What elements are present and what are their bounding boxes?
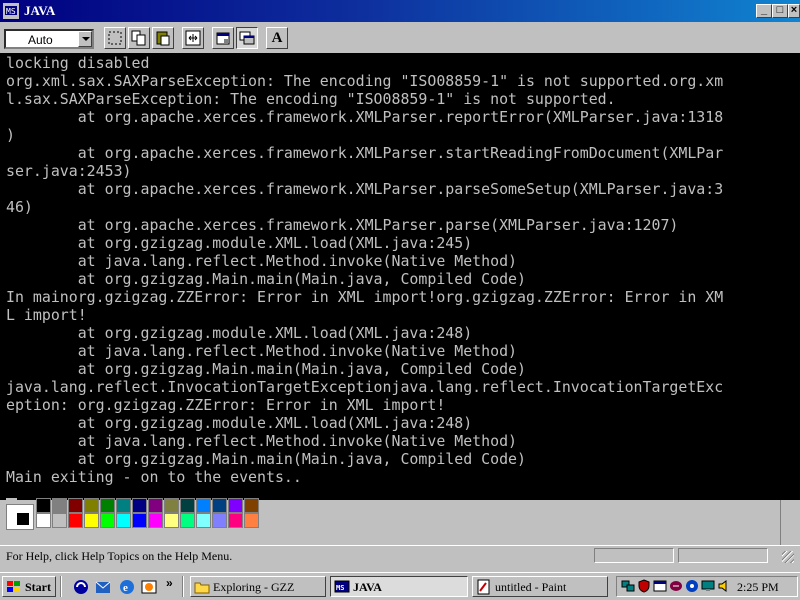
color-swatch[interactable] — [52, 498, 67, 513]
full-screen-icon — [185, 30, 201, 46]
color-swatch[interactable] — [52, 513, 67, 528]
svg-text:MS: MS — [336, 584, 344, 592]
resize-grip-icon[interactable] — [782, 551, 794, 563]
color-swatch[interactable] — [100, 513, 115, 528]
console-output[interactable]: locking disabled org.xml.sax.SAXParseExc… — [0, 53, 800, 500]
paint-color-palette — [0, 498, 800, 540]
font-button[interactable]: A — [266, 27, 288, 49]
color-swatch[interactable] — [132, 498, 147, 513]
font-icon: A — [271, 30, 283, 46]
foreground-color — [16, 512, 30, 526]
paste-icon — [156, 31, 170, 46]
color-swatch[interactable] — [164, 498, 179, 513]
color-swatch[interactable] — [196, 513, 211, 528]
background-button[interactable] — [236, 27, 258, 49]
color-swatch[interactable] — [212, 498, 227, 513]
console-text: locking disabled org.xml.sax.SAXParseExc… — [6, 54, 724, 486]
color-swatch[interactable] — [180, 498, 195, 513]
color-swatch[interactable] — [36, 498, 51, 513]
antivirus-shield-icon[interactable] — [637, 579, 651, 593]
full-screen-button[interactable] — [182, 27, 204, 49]
console-window[interactable]: MS JAVA _ □ × Auto A locking disabled or… — [0, 0, 800, 500]
minimize-icon: _ — [760, 4, 768, 16]
minimize-button[interactable]: _ — [756, 4, 772, 18]
start-button[interactable]: Start — [2, 576, 56, 597]
task-paint[interactable]: untitled - Paint — [472, 576, 608, 597]
color-swatch[interactable] — [116, 498, 131, 513]
maximize-icon: □ — [776, 4, 784, 16]
mark-button[interactable] — [104, 27, 126, 49]
color-swatch[interactable] — [212, 513, 227, 528]
font-size-value: Auto — [28, 33, 53, 47]
color-swatch[interactable] — [244, 513, 259, 528]
chevron-down-icon[interactable] — [78, 31, 92, 47]
color-swatch[interactable] — [68, 513, 83, 528]
close-icon: × — [790, 4, 798, 16]
color-swatch[interactable] — [68, 498, 83, 513]
windows-logo-icon — [7, 581, 20, 592]
console-toolbar: Auto A — [0, 22, 800, 54]
color-swatch[interactable] — [244, 498, 259, 513]
maximize-button[interactable]: □ — [772, 4, 788, 18]
scheduler-icon[interactable] — [653, 579, 667, 593]
properties-icon — [216, 32, 230, 45]
svg-text:MS: MS — [6, 7, 16, 16]
color-swatch[interactable] — [180, 513, 195, 528]
mark-icon — [108, 31, 122, 45]
folder-icon — [194, 582, 210, 594]
font-size-select[interactable]: Auto — [4, 29, 94, 49]
color-swatch[interactable] — [196, 498, 211, 513]
copy-button[interactable] — [128, 27, 150, 49]
msdos-icon: MS — [334, 580, 350, 593]
display-settings-icon[interactable] — [701, 579, 715, 593]
task-exploring[interactable]: Exploring - GZZ — [190, 576, 326, 597]
color-swatch[interactable] — [116, 513, 131, 528]
taskbar: Start e » Exploring - GZZ MS JAVA untitl… — [0, 572, 800, 600]
color-swatch[interactable] — [132, 513, 147, 528]
volume-icon[interactable] — [717, 579, 731, 593]
window-title: JAVA — [24, 3, 56, 18]
color-swatch[interactable] — [84, 513, 99, 528]
start-label: Start — [25, 580, 51, 594]
color-swatch[interactable] — [228, 513, 243, 528]
paint-scrollbar[interactable] — [780, 500, 800, 545]
color-swatch[interactable] — [148, 513, 163, 528]
svg-text:e: e — [123, 582, 128, 594]
task-label: Exploring - GZZ — [213, 580, 295, 594]
paint-status-bar: For Help, click Help Topics on the Help … — [0, 545, 800, 566]
color-swatch[interactable] — [164, 513, 179, 528]
task-java[interactable]: MS JAVA — [330, 576, 468, 597]
msdos-icon: MS — [3, 3, 19, 19]
status-text: For Help, click Help Topics on the Help … — [6, 549, 233, 563]
status-panel-position — [594, 548, 674, 563]
task-label: untitled - Paint — [495, 580, 567, 594]
desktop-icon[interactable] — [72, 578, 90, 596]
copy-icon — [131, 30, 146, 46]
color-swatch[interactable] — [84, 498, 99, 513]
color-swatch[interactable] — [36, 513, 51, 528]
background-icon — [239, 31, 255, 45]
paint-icon — [477, 579, 490, 595]
close-button[interactable]: × — [788, 4, 800, 18]
title-bar[interactable]: MS JAVA _ □ × — [0, 0, 800, 22]
task-label: JAVA — [353, 580, 382, 594]
system-tray: 2:25 PM — [616, 576, 798, 597]
internet-explorer-icon[interactable]: e — [118, 578, 136, 596]
paste-button[interactable] — [152, 27, 174, 49]
quick-launch-more-icon[interactable]: » — [166, 576, 173, 590]
taskbar-separator — [60, 576, 62, 597]
status-panel-size — [678, 548, 768, 563]
media-player-icon[interactable] — [669, 579, 683, 593]
chat-icon[interactable] — [685, 579, 699, 593]
color-swatch[interactable] — [148, 498, 163, 513]
taskbar-separator — [182, 576, 184, 597]
clock[interactable]: 2:25 PM — [737, 580, 779, 595]
properties-button[interactable] — [212, 27, 234, 49]
network-icon[interactable] — [621, 579, 635, 593]
current-colors[interactable] — [6, 504, 34, 530]
channels-icon[interactable] — [140, 578, 158, 596]
color-swatch[interactable] — [228, 498, 243, 513]
outlook-express-icon[interactable] — [94, 578, 112, 596]
color-swatch[interactable] — [100, 498, 115, 513]
